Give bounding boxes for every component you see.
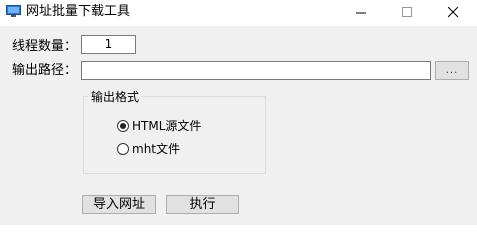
close-button[interactable]	[431, 0, 477, 26]
output-path-input[interactable]	[81, 61, 431, 80]
output-format-title: 输出格式	[88, 90, 143, 104]
thread-count-label: 线程数量：	[12, 39, 78, 54]
minimize-icon	[356, 12, 366, 14]
monitor-icon	[6, 5, 21, 18]
radio-label-html: HTML源文件	[132, 119, 202, 133]
output-path-label: 输出路径：	[12, 63, 78, 78]
title-bar[interactable]: 网址批量下载工具	[0, 0, 477, 26]
output-format-group	[83, 96, 266, 174]
maximize-icon	[402, 7, 412, 17]
main-window: 网址批量下载工具 线程数量： 1 输出路径： ... 输出格式 HTML源文件 …	[0, 0, 477, 225]
browse-button[interactable]: ...	[435, 61, 469, 80]
close-icon	[448, 7, 459, 18]
minimize-button[interactable]	[339, 0, 385, 26]
import-urls-button[interactable]: 导入网址	[82, 195, 156, 214]
maximize-button[interactable]	[385, 0, 431, 26]
radio-button-html[interactable]	[117, 120, 129, 132]
radio-selected-dot	[120, 123, 126, 129]
window-title: 网址批量下载工具	[26, 4, 131, 19]
thread-count-input[interactable]: 1	[81, 35, 136, 54]
radio-button-mht[interactable]	[117, 143, 129, 155]
execute-button[interactable]: 执行	[166, 195, 239, 214]
radio-label-mht: mht文件	[132, 142, 181, 156]
